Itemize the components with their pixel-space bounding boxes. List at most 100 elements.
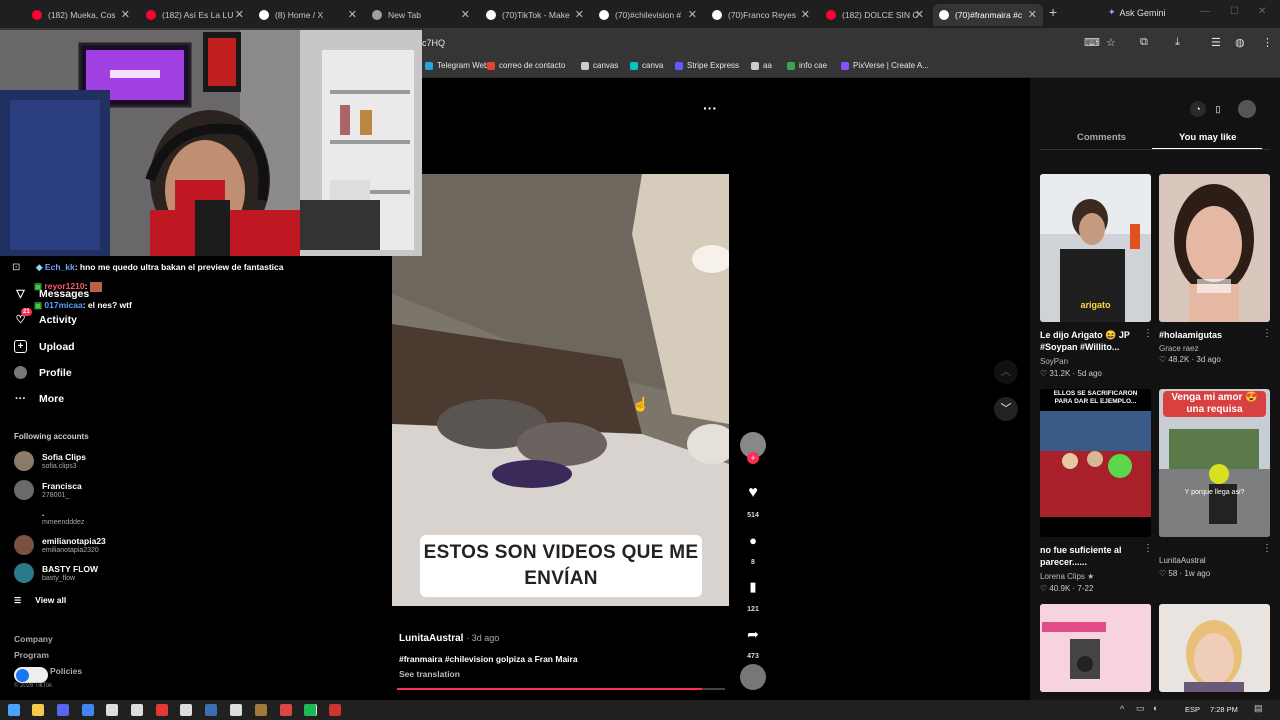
browser-tab[interactable]: (70)#chilevision # ✕: [593, 4, 703, 26]
recommended-video-thumb[interactable]: [1159, 604, 1270, 692]
nav-activity[interactable]: ♡ 21 Activity: [14, 308, 77, 326]
bookmark-item[interactable]: aa: [751, 61, 772, 70]
windows-start-icon[interactable]: [8, 704, 20, 716]
browser-tab[interactable]: (182) Así Es La LU ✕: [140, 4, 250, 26]
tab-close-icon[interactable]: ✕: [688, 8, 697, 21]
volume-icon[interactable]: ◖: [1152, 703, 1157, 713]
following-account[interactable]: Francisca 27800​1_: [14, 480, 82, 500]
comment-button[interactable]: ● 8: [740, 527, 766, 567]
file-explorer-icon[interactable]: [32, 704, 44, 716]
translate-icon[interactable]: ⌨: [1084, 36, 1100, 49]
toggle-switch[interactable]: [14, 667, 48, 683]
capcut-icon[interactable]: [180, 704, 192, 716]
following-account[interactable]: . mmeendddez: [14, 507, 84, 527]
address-bar-text[interactable]: c7HQ: [422, 38, 445, 48]
download-icon[interactable]: ⤓: [1175, 36, 1180, 49]
tab-close-icon[interactable]: ✕: [348, 8, 357, 21]
recommended-video-thumb[interactable]: Vengа mi amor 😍 una requisa Y porque lle…: [1159, 389, 1270, 537]
tiktok-live-icon[interactable]: [106, 704, 118, 716]
card-author[interactable]: LunitaAustral: [1159, 556, 1206, 565]
tab-close-icon[interactable]: ✕: [235, 8, 244, 21]
clock-icon[interactable]: ◔: [1190, 101, 1206, 117]
bookmark-item[interactable]: canvas: [581, 61, 618, 70]
tab-close-icon[interactable]: ✕: [1028, 8, 1037, 21]
following-account[interactable]: Sofia Clips sofia.clips3: [14, 451, 86, 471]
app-icon[interactable]: [131, 704, 143, 716]
nav-more[interactable]: ··· More: [14, 392, 64, 405]
app-icon[interactable]: [230, 704, 242, 716]
bookmark-item[interactable]: correo de contacto: [487, 61, 565, 70]
app-icon[interactable]: [280, 704, 292, 716]
bookmark-item[interactable]: Telegram Web: [425, 61, 488, 70]
extensions-icon[interactable]: ⧉: [1140, 36, 1148, 49]
browser-tab[interactable]: (182) Mueka, Cos ✕: [26, 4, 136, 26]
see-translation-link[interactable]: See translation: [399, 669, 460, 679]
new-tab-button[interactable]: +: [1049, 4, 1057, 20]
profile-avatar-icon[interactable]: ◍: [1235, 36, 1245, 49]
clock[interactable]: 7:28 PM: [1210, 705, 1238, 714]
following-account[interactable]: BASTY FLOW basty_flow: [14, 563, 98, 583]
tab-close-icon[interactable]: ✕: [575, 8, 584, 21]
video-more-button[interactable]: ···: [703, 100, 717, 116]
bookmark-item[interactable]: canva: [630, 61, 663, 70]
follow-plus-icon[interactable]: +: [747, 452, 759, 464]
video-author[interactable]: LunitaAustral: [399, 633, 463, 644]
card-author[interactable]: Grace raez: [1159, 344, 1199, 353]
creator-avatar-button[interactable]: +: [740, 432, 766, 464]
previous-video-button[interactable]: ︿: [994, 360, 1018, 384]
obs-icon[interactable]: [255, 704, 267, 716]
browser-menu-icon[interactable]: ⋮: [1262, 36, 1273, 49]
recommended-video-thumb[interactable]: ELLOS SE SACRIFICARON PARA DAR EL EJEMPL…: [1040, 389, 1151, 537]
card-author[interactable]: Lorena Clips ★: [1040, 572, 1094, 581]
maximize-icon[interactable]: ☐: [1230, 6, 1239, 17]
tab-close-icon[interactable]: ✕: [121, 8, 130, 21]
view-all-link[interactable]: ☰ View all: [14, 595, 66, 605]
card-more-icon[interactable]: ⋮: [1143, 543, 1153, 554]
browser-tab[interactable]: (70)#franmaira #c ✕: [933, 4, 1043, 26]
browser-tab[interactable]: (8) Home / X ✕: [253, 4, 363, 26]
tab-close-icon[interactable]: ✕: [461, 8, 470, 21]
footer-program[interactable]: Program: [14, 650, 49, 660]
bookmark-item[interactable]: Stripe Express: [675, 61, 739, 70]
tab-close-icon[interactable]: ✕: [915, 8, 924, 21]
browser-tab[interactable]: New Tab ✕: [366, 4, 476, 26]
card-title[interactable]: no fue suficiente al parecer......: [1040, 544, 1144, 568]
tray-chevron-icon[interactable]: ^: [1120, 704, 1124, 714]
discord-icon[interactable]: [57, 704, 69, 716]
card-more-icon[interactable]: ⋮: [1143, 328, 1153, 339]
bookmark-star-icon[interactable]: ☆: [1106, 36, 1116, 49]
minimize-icon[interactable]: —: [1200, 6, 1210, 17]
phone-icon[interactable]: ▯: [1210, 101, 1226, 117]
card-more-icon[interactable]: ⋮: [1262, 543, 1272, 554]
card-title[interactable]: Le dijo Arigato 😆 JP #Soypan #Willito...: [1040, 329, 1144, 353]
footer-company[interactable]: Company: [14, 634, 53, 644]
card-more-icon[interactable]: ⋮: [1262, 328, 1272, 339]
tab-close-icon[interactable]: ✕: [801, 8, 810, 21]
notification-icon[interactable]: ▤: [1254, 703, 1263, 714]
tab-comments[interactable]: Comments: [1077, 132, 1126, 143]
video-progress-bar[interactable]: [397, 688, 725, 690]
bookmark-item[interactable]: info cae: [787, 61, 827, 70]
recommended-video-thumb[interactable]: [1040, 604, 1151, 692]
browser-tab[interactable]: (182) DOLCE SIN C ✕: [820, 4, 930, 26]
recommended-video-thumb[interactable]: [1159, 174, 1270, 322]
card-author[interactable]: SoyPan: [1040, 357, 1068, 366]
video-player[interactable]: ESTOS SON VIDEOS QUE ME ENVÍAN: [392, 174, 729, 606]
close-window-icon[interactable]: ✕: [1258, 6, 1266, 17]
steam-icon[interactable]: [205, 704, 217, 716]
save-button[interactable]: ▮ 121: [740, 574, 766, 613]
tab-you-may-like[interactable]: You may like: [1179, 132, 1236, 143]
browser-tab[interactable]: (70)TikTok - Make ✕: [480, 4, 590, 26]
nav-profile[interactable]: Profile: [14, 366, 72, 379]
spotify-icon[interactable]: [304, 704, 316, 716]
card-title[interactable]: #holaamigutas: [1159, 329, 1263, 341]
recommended-video-thumb[interactable]: arigato: [1040, 174, 1151, 322]
chrome-icon[interactable]: [82, 704, 94, 716]
language-indicator[interactable]: ESP: [1185, 705, 1200, 714]
next-video-button[interactable]: ﹀: [994, 397, 1018, 421]
browser-tab[interactable]: (70)Franco Reyes ✕: [706, 4, 816, 26]
user-avatar[interactable]: [1238, 100, 1256, 118]
live-icon[interactable]: ⊡: [12, 262, 20, 273]
following-account[interactable]: emilianotapia23 emilianotapia2320: [14, 535, 106, 555]
network-icon[interactable]: ▭: [1136, 703, 1145, 714]
